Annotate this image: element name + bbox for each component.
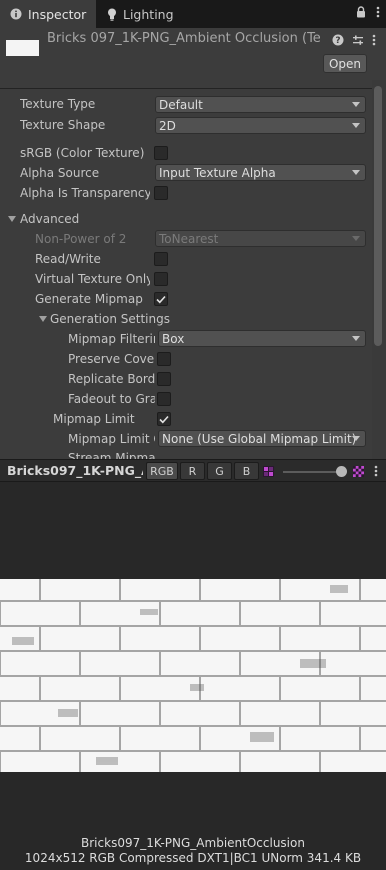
tab-inspector[interactable]: Inspector (0, 0, 96, 28)
checkmark-icon (156, 295, 166, 303)
open-button[interactable]: Open (323, 54, 367, 73)
tab-lighting-label: Lighting (123, 6, 174, 22)
alpha-source-value: Input Texture Alpha (159, 165, 276, 180)
srgb-label: sRGB (Color Texture) (20, 146, 145, 160)
checkmark-icon (159, 415, 169, 423)
replicate-border-checkbox[interactable] (157, 372, 171, 386)
channel-g-button[interactable]: G (207, 462, 232, 480)
info-icon (10, 8, 22, 20)
chevron-down-icon (352, 170, 360, 175)
import-settings-panel: Texture Type Default Texture Shape 2D sR… (0, 80, 386, 459)
srgb-checkbox[interactable] (154, 146, 168, 160)
generation-settings-foldout-arrow-icon[interactable] (39, 316, 47, 322)
texture-type-dropdown[interactable]: Default (155, 96, 366, 113)
chevron-down-icon (352, 436, 360, 441)
window-tab-bar: Inspector Lighting (0, 0, 386, 28)
alpha-source-label: Alpha Source (20, 166, 100, 180)
chevron-down-icon (352, 102, 360, 107)
channel-r-button[interactable]: R (180, 462, 205, 480)
channel-b-button[interactable]: B (234, 462, 259, 480)
mip-large-icon (353, 466, 364, 480)
replicate-border-label: Replicate Border (68, 372, 155, 386)
tab-inspector-label: Inspector (28, 6, 87, 22)
mipmap-filtering-dropdown[interactable]: Box (158, 330, 366, 347)
texture-type-value: Default (159, 97, 203, 112)
generate-mipmap-checkbox[interactable] (154, 292, 168, 306)
texture-preview-image (0, 579, 386, 772)
fadeout-to-gray-label: Fadeout to Gray (68, 392, 155, 406)
chevron-down-icon (352, 336, 360, 341)
mipmap-limit-label: Mipmap Limit (53, 412, 135, 426)
non-power-of-2-value: ToNearest (159, 231, 219, 246)
inspector-scrollbar-thumb[interactable] (374, 86, 382, 346)
header-divider (0, 88, 372, 89)
fadeout-to-gray-checkbox[interactable] (157, 392, 171, 406)
texture-type-label: Texture Type (20, 97, 96, 111)
preview-asset-name: Bricks097_1K-PNG_AmbientOcclusion (7, 463, 143, 478)
advanced-foldout-arrow-icon[interactable] (8, 216, 16, 222)
bulb-icon (107, 8, 117, 21)
mipmap-filtering-label: Mipmap Filtering (68, 332, 155, 346)
preserve-coverage-label: Preserve Coverage (68, 352, 155, 366)
channel-rgb-button[interactable]: RGB (146, 462, 178, 480)
presets-icon[interactable] (352, 34, 364, 49)
preserve-coverage-checkbox[interactable] (157, 352, 171, 366)
alpha-transparency-label: Alpha Is Transparency (20, 186, 150, 200)
chevron-down-icon (352, 236, 360, 241)
read-write-checkbox[interactable] (154, 252, 168, 266)
mipmap-limit-checkbox[interactable] (157, 412, 171, 426)
mip-small-icon (263, 466, 274, 480)
mipmap-limit-group-dropdown[interactable]: None (Use Global Mipmap Limit) (158, 430, 366, 447)
alpha-transparency-checkbox[interactable] (154, 186, 168, 200)
generate-mipmap-label: Generate Mipmap (35, 292, 143, 306)
chevron-down-icon (352, 123, 360, 128)
brick-texture-image (0, 579, 386, 772)
generation-settings-label[interactable]: Generation Settings (50, 312, 170, 326)
preview-toolbar: Bricks097_1K-PNG_AmbientOcclusion RGB R … (0, 459, 386, 482)
preview-info-name: Bricks097_1K-PNG_AmbientOcclusion (81, 836, 305, 850)
lock-icon[interactable] (356, 6, 366, 21)
texture-shape-label: Texture Shape (20, 118, 106, 132)
stream-mipmap-levels-label: Stream Mipmap Levels (68, 451, 155, 459)
mipmap-filtering-value: Box (162, 331, 185, 346)
mip-slider-track[interactable] (283, 471, 343, 473)
svg-text:?: ? (335, 36, 340, 46)
header-menu-icon[interactable] (372, 34, 376, 49)
read-write-label: Read/Write (35, 252, 101, 266)
tab-lighting[interactable]: Lighting (96, 0, 196, 28)
texture-preview-area[interactable]: Bricks097_1K-PNG_AmbientOcclusion 1024x5… (0, 482, 386, 870)
texture-thumbnail (6, 40, 39, 56)
non-power-of-2-dropdown: ToNearest (155, 230, 366, 247)
virtual-texture-only-checkbox[interactable] (154, 272, 168, 286)
advanced-foldout-label[interactable]: Advanced (20, 212, 140, 226)
mipmap-limit-group-label: Mipmap Limit Group (68, 432, 155, 446)
virtual-texture-only-label: Virtual Texture Only (35, 272, 150, 286)
asset-title: Bricks 097_1K-PNG_Ambient Occlusion (Tex… (47, 31, 320, 46)
preview-info-details: 1024x512 RGB Compressed DXT1|BC1 UNorm 3… (24, 851, 362, 865)
non-power-of-2-label: Non-Power of 2 (35, 232, 127, 246)
preview-menu-icon[interactable] (374, 465, 378, 480)
alpha-source-dropdown[interactable]: Input Texture Alpha (155, 164, 366, 181)
mipmap-limit-group-value: None (Use Global Mipmap Limit) (162, 431, 357, 446)
texture-shape-value: 2D (159, 118, 176, 133)
inspector-header: Bricks 097_1K-PNG_Ambient Occlusion (Tex… (0, 28, 386, 80)
texture-shape-dropdown[interactable]: 2D (155, 117, 366, 134)
mip-slider-handle[interactable] (336, 466, 347, 477)
tab-menu-icon[interactable] (376, 6, 380, 21)
help-icon[interactable]: ? (332, 34, 344, 49)
